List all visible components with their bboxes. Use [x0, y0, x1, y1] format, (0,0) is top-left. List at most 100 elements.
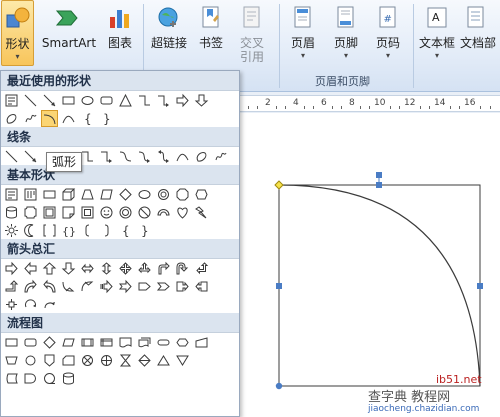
- horizontal-ruler[interactable]: 2 4 6 8 10 12 14 16: [240, 95, 500, 112]
- freeform-shape-icon[interactable]: [193, 148, 210, 165]
- parallelogram-shape-icon[interactable]: [98, 186, 115, 203]
- rounded-rectangle-shape-icon[interactable]: [98, 92, 115, 109]
- resize-handle-top[interactable]: [376, 182, 382, 188]
- header-button[interactable]: 页眉 ▾: [284, 0, 322, 66]
- curved-arrow-shape-icon[interactable]: [41, 296, 58, 313]
- curved-up-arrow-shape-icon[interactable]: [60, 278, 77, 295]
- rectangle-shape-icon[interactable]: [60, 92, 77, 109]
- flowchart-connector-shape-icon[interactable]: [22, 352, 39, 369]
- textbox-button[interactable]: A 文本框 ▾: [416, 0, 458, 66]
- arc-shape[interactable]: [278, 184, 481, 387]
- line-shape-icon[interactable]: [3, 148, 20, 165]
- flowchart-decision-shape-icon[interactable]: [41, 334, 58, 351]
- right-arrow-shape-icon[interactable]: [3, 260, 20, 277]
- striped-right-arrow-shape-icon[interactable]: [98, 278, 115, 295]
- flowchart-alternate-process-shape-icon[interactable]: [22, 334, 39, 351]
- flowchart-collate-shape-icon[interactable]: [117, 352, 134, 369]
- flowchart-data-shape-icon[interactable]: [60, 334, 77, 351]
- flowchart-sequential-storage-shape-icon[interactable]: [41, 370, 58, 387]
- left-arrow-shape-icon[interactable]: [22, 260, 39, 277]
- can-shape-icon[interactable]: [3, 204, 20, 221]
- double-brace-shape-icon[interactable]: {}: [60, 222, 77, 239]
- flowchart-preparation-shape-icon[interactable]: [174, 334, 191, 351]
- flowchart-document-shape-icon[interactable]: [117, 334, 134, 351]
- smiley-face-shape-icon[interactable]: [98, 204, 115, 221]
- diamond-shape-icon[interactable]: [117, 186, 134, 203]
- curve-shape-icon[interactable]: [60, 110, 77, 127]
- hexagon-shape-icon[interactable]: [193, 186, 210, 203]
- shapes-button[interactable]: 形状 ▾: [1, 0, 34, 66]
- up-arrow-shape-icon[interactable]: [41, 260, 58, 277]
- down-arrow-shape-icon[interactable]: [193, 92, 210, 109]
- curved-arrow-connector-shape-icon[interactable]: [136, 148, 153, 165]
- right-brace-shape-icon[interactable]: }: [136, 222, 153, 239]
- quad-arrow-shape-icon[interactable]: [117, 260, 134, 277]
- arrow-line-shape-icon[interactable]: [22, 148, 39, 165]
- no-symbol-shape-icon[interactable]: [155, 186, 172, 203]
- hyperlink-button[interactable]: 超链接: [148, 0, 190, 66]
- vertical-textbox-shape-icon[interactable]: [22, 186, 39, 203]
- footer-button[interactable]: 页脚 ▾: [327, 0, 365, 66]
- bookmark-button[interactable]: 书签: [195, 0, 227, 66]
- resize-handle-right[interactable]: [477, 283, 483, 289]
- curved-right-arrow-shape-icon[interactable]: [22, 278, 39, 295]
- trapezoid-shape-icon[interactable]: [79, 186, 96, 203]
- elbow-arrow-connector-shape-icon[interactable]: [98, 148, 115, 165]
- curved-double-arrow-shape-icon[interactable]: [155, 148, 172, 165]
- textbox-shape-icon[interactable]: [3, 186, 20, 203]
- flowchart-delay-shape-icon[interactable]: [22, 370, 39, 387]
- cross-reference-button[interactable]: 交叉 引用: [233, 0, 271, 66]
- left-arrow-callout-shape-icon[interactable]: [193, 278, 210, 295]
- circular-arrow-shape-icon[interactable]: [22, 296, 39, 313]
- left-brace-shape-icon[interactable]: {: [117, 222, 134, 239]
- block-arc-shape-icon[interactable]: [155, 204, 172, 221]
- chart-button[interactable]: 图表: [102, 0, 138, 66]
- elbow-connector-shape-icon[interactable]: [136, 92, 153, 109]
- rotate-handle[interactable]: [376, 172, 382, 178]
- resize-handle-bottom-left[interactable]: [275, 382, 283, 390]
- cube-shape-icon[interactable]: [60, 186, 77, 203]
- right-arrow-callout-shape-icon[interactable]: [174, 278, 191, 295]
- left-right-up-arrow-shape-icon[interactable]: [136, 260, 153, 277]
- frame-shape-icon[interactable]: [41, 204, 58, 221]
- u-turn-arrow-shape-icon[interactable]: [174, 260, 191, 277]
- flowchart-predefined-process-shape-icon[interactable]: [79, 334, 96, 351]
- document-page[interactable]: 查字典 教程网 ib51.net jiaocheng.chazidian.com: [240, 113, 500, 417]
- right-bracket-shape-icon[interactable]: [98, 222, 115, 239]
- curved-connector-shape-icon[interactable]: [117, 148, 134, 165]
- oval-shape-icon[interactable]: [79, 92, 96, 109]
- flowchart-stored-data-shape-icon[interactable]: [3, 370, 20, 387]
- flowchart-merge-shape-icon[interactable]: [174, 352, 191, 369]
- flowchart-extract-shape-icon[interactable]: [155, 352, 172, 369]
- left-brace-shape-icon[interactable]: {: [79, 110, 96, 127]
- plaque-shape-icon[interactable]: [22, 204, 39, 221]
- right-brace-shape-icon[interactable]: }: [98, 110, 115, 127]
- flowchart-process-shape-icon[interactable]: [3, 334, 20, 351]
- flowchart-manual-input-shape-icon[interactable]: [193, 334, 210, 351]
- bevel-shape-icon[interactable]: [79, 204, 96, 221]
- flowchart-card-shape-icon[interactable]: [60, 352, 77, 369]
- double-bracket-shape-icon[interactable]: [41, 222, 58, 239]
- arc-shape-icon[interactable]: [41, 109, 58, 127]
- arrow-line-shape-icon[interactable]: [41, 92, 58, 109]
- smartart-button[interactable]: SmartArt: [38, 0, 100, 66]
- rectangle-shape-icon[interactable]: [41, 186, 58, 203]
- heart-shape-icon[interactable]: [174, 204, 191, 221]
- moon-shape-icon[interactable]: [22, 222, 39, 239]
- lightning-bolt-shape-icon[interactable]: [193, 204, 210, 221]
- curved-left-arrow-shape-icon[interactable]: [41, 278, 58, 295]
- document-parts-button[interactable]: 文档部: [460, 0, 500, 66]
- scribble-shape-icon[interactable]: [22, 110, 39, 127]
- textbox-shape-icon[interactable]: [3, 92, 20, 109]
- elbow-arrow-connector-shape-icon[interactable]: [155, 92, 172, 109]
- no-symbol-shape-icon[interactable]: [136, 204, 153, 221]
- resize-handle-left[interactable]: [276, 283, 282, 289]
- flowchart-summing-junction-shape-icon[interactable]: [79, 352, 96, 369]
- up-down-arrow-shape-icon[interactable]: [98, 260, 115, 277]
- bent-arrow-shape-icon[interactable]: [155, 260, 172, 277]
- octagon-shape-icon[interactable]: [174, 186, 191, 203]
- flowchart-off-page-connector-shape-icon[interactable]: [41, 352, 58, 369]
- oval-shape-icon[interactable]: [136, 186, 153, 203]
- scribble-shape-icon[interactable]: [212, 148, 229, 165]
- chevron-shape-icon[interactable]: [155, 278, 172, 295]
